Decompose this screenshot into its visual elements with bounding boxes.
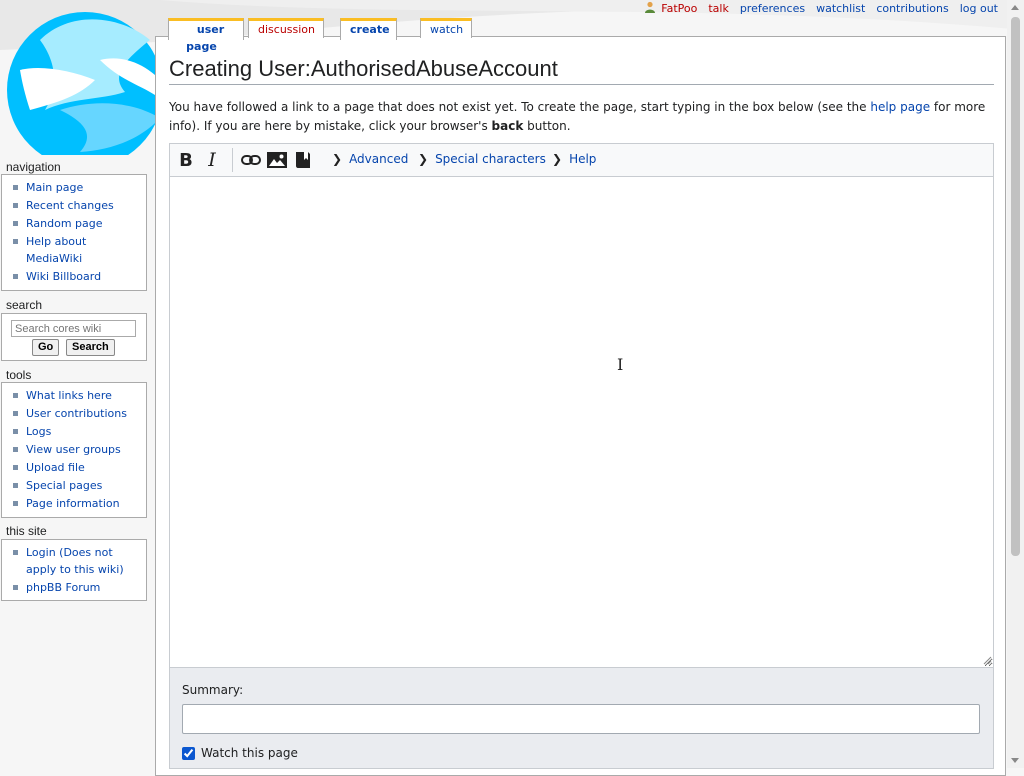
sidebar-item-special-pages[interactable]: Special pages bbox=[12, 477, 142, 494]
sidebar-item-login[interactable]: Login (Does not apply to this wiki) bbox=[12, 544, 142, 578]
tab-discussion[interactable]: discussion bbox=[248, 18, 324, 38]
user-link[interactable]: FatPoo bbox=[644, 1, 697, 15]
content-area: Creating User:AuthorisedAbuseAccount You… bbox=[155, 36, 1006, 776]
watchlist-link[interactable]: watchlist bbox=[816, 2, 865, 15]
chevron-right-icon: ❯ bbox=[418, 152, 429, 166]
go-button[interactable]: Go bbox=[32, 339, 60, 356]
user-icon bbox=[645, 1, 656, 13]
toolbar-help-label: Help bbox=[569, 152, 597, 166]
this-site-heading: this site bbox=[6, 524, 47, 538]
chevron-right-icon: ❯ bbox=[332, 152, 343, 166]
watch-checkbox[interactable] bbox=[182, 746, 195, 760]
tab-user-page[interactable]: user page bbox=[168, 18, 244, 53]
tab-watch-label: watch bbox=[430, 23, 464, 36]
tab-discussion-label: discussion bbox=[258, 23, 316, 36]
bold-button[interactable]: B bbox=[175, 150, 197, 171]
wiki-editor: B I ❯ Advanced ❯ Special characters ❯ He… bbox=[169, 143, 994, 769]
text-cursor-icon: I bbox=[617, 355, 624, 374]
intro-text: You have followed a link to a page that … bbox=[169, 98, 999, 136]
editor-toolbar: B I ❯ Advanced ❯ Special characters ❯ He… bbox=[170, 144, 993, 177]
edit-textbox[interactable] bbox=[170, 177, 993, 667]
edit-options: Summary: Watch this page bbox=[170, 667, 993, 768]
link-icon bbox=[241, 155, 261, 165]
toolbar-special-characters[interactable]: ❯ Special characters bbox=[418, 152, 546, 166]
sidebar-item-page-information[interactable]: Page information bbox=[12, 495, 142, 512]
sidebar-item-view-user-groups[interactable]: View user groups bbox=[12, 441, 142, 458]
sidebar-item-what-links-here[interactable]: What links here bbox=[12, 387, 142, 404]
page-scrollbar[interactable] bbox=[1007, 0, 1024, 768]
personal-tools: FatPoo talk preferences watchlist contri… bbox=[644, 0, 998, 16]
link-button[interactable] bbox=[240, 150, 262, 170]
chevron-right-icon: ❯ bbox=[552, 152, 563, 166]
intro-back-bold: back bbox=[491, 119, 524, 133]
navigation-heading: navigation bbox=[6, 160, 61, 174]
intro-text-1: You have followed a link to a page that … bbox=[169, 100, 871, 114]
summary-input[interactable] bbox=[182, 704, 980, 734]
tools-list: What links here User contributions Logs … bbox=[2, 383, 146, 515]
sidebar-item-upload-file[interactable]: Upload file bbox=[12, 459, 142, 476]
search-button[interactable]: Search bbox=[66, 339, 115, 356]
sidebar-item-random-page[interactable]: Random page bbox=[12, 215, 142, 232]
sidebar-item-wiki-billboard[interactable]: Wiki Billboard bbox=[12, 268, 142, 285]
scroll-up-icon[interactable] bbox=[1011, 5, 1019, 10]
search-input[interactable] bbox=[11, 320, 136, 337]
help-page-link[interactable]: help page bbox=[870, 100, 930, 114]
sidebar-item-main-page[interactable]: Main page bbox=[12, 179, 142, 196]
preferences-link[interactable]: preferences bbox=[740, 2, 805, 15]
logout-link[interactable]: log out bbox=[960, 2, 998, 15]
intro-text-3: button. bbox=[523, 119, 571, 133]
image-button[interactable] bbox=[266, 150, 288, 170]
navigation-list: Main page Recent changes Random page Hel… bbox=[2, 175, 146, 288]
tools-portlet: What links here User contributions Logs … bbox=[1, 382, 147, 518]
this-site-portlet: Login (Does not apply to this wiki) phpB… bbox=[1, 539, 147, 601]
this-site-list: Login (Does not apply to this wiki) phpB… bbox=[2, 540, 146, 599]
sidebar-item-phpbb-forum[interactable]: phpBB Forum bbox=[12, 579, 142, 596]
sidebar-item-logs[interactable]: Logs bbox=[12, 423, 142, 440]
toolbar-advanced-label: Advanced bbox=[349, 152, 409, 166]
book-icon bbox=[296, 152, 310, 168]
scroll-thumb[interactable] bbox=[1011, 17, 1020, 556]
resize-grip-icon[interactable] bbox=[983, 656, 992, 665]
tab-create[interactable]: create bbox=[340, 18, 397, 40]
watch-option[interactable]: Watch this page bbox=[182, 746, 298, 760]
username-link[interactable]: FatPoo bbox=[661, 2, 697, 15]
search-portlet: Go Search bbox=[1, 313, 147, 361]
sidebar-item-user-contributions[interactable]: User contributions bbox=[12, 405, 142, 422]
italic-button[interactable]: I bbox=[201, 149, 223, 171]
image-icon bbox=[267, 152, 287, 168]
tab-user-page-label: user page bbox=[186, 23, 225, 53]
sidebar-item-recent-changes[interactable]: Recent changes bbox=[12, 197, 142, 214]
toolbar-help[interactable]: ❯ Help bbox=[552, 152, 596, 166]
tools-heading: tools bbox=[6, 368, 32, 382]
search-heading: search bbox=[6, 298, 43, 312]
reference-button[interactable] bbox=[292, 150, 314, 170]
site-logo[interactable] bbox=[0, 0, 155, 155]
contributions-link[interactable]: contributions bbox=[876, 2, 948, 15]
watch-label: Watch this page bbox=[201, 746, 298, 760]
page-title: Creating User:AuthorisedAbuseAccount bbox=[169, 56, 994, 85]
tab-create-label: create bbox=[350, 23, 390, 36]
sidebar-item-help[interactable]: Help about MediaWiki bbox=[12, 233, 142, 267]
toolbar-separator bbox=[232, 148, 233, 172]
navigation-portlet: Main page Recent changes Random page Hel… bbox=[1, 174, 147, 291]
toolbar-advanced[interactable]: ❯ Advanced bbox=[332, 152, 408, 166]
scroll-down-icon[interactable] bbox=[1011, 758, 1019, 763]
tab-watch[interactable]: watch bbox=[420, 18, 472, 38]
talk-link[interactable]: talk bbox=[708, 2, 728, 15]
toolbar-special-characters-label: Special characters bbox=[435, 152, 546, 166]
summary-label: Summary: bbox=[182, 683, 244, 697]
